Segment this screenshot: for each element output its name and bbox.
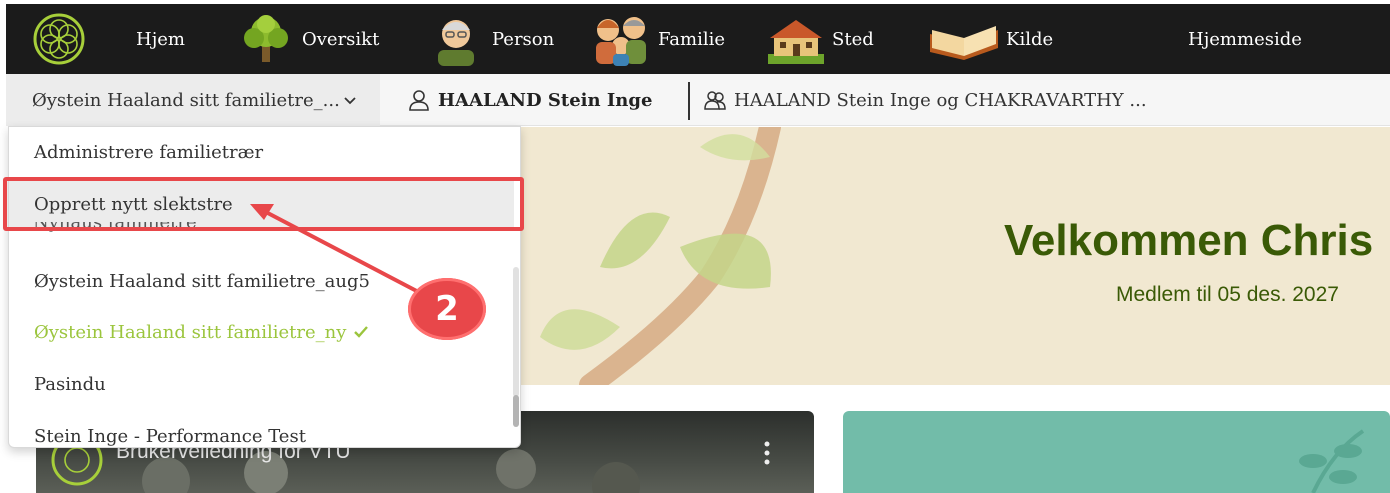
home-person-link[interactable]: HAALAND Stein Inge — [408, 74, 652, 126]
dropdown-scrollbar-thumb[interactable] — [513, 395, 519, 427]
family-tree-selector-label: Øystein Haaland sitt familietre_... — [32, 89, 340, 111]
chevron-down-icon — [344, 97, 356, 105]
house-icon — [768, 20, 824, 64]
home-person-label: HAALAND Stein Inge — [438, 89, 653, 111]
couple-icon — [704, 91, 726, 110]
dropdown-item-pasindu[interactable]: Pasindu — [9, 359, 514, 409]
promo-card[interactable] — [843, 411, 1390, 493]
membership-text: Medlem til 05 des. 2027 — [1116, 283, 1339, 306]
nav-place-label: Sted — [832, 28, 874, 50]
family-tree-selector[interactable]: Øystein Haaland sitt familietre_... — [6, 74, 380, 126]
family-link[interactable]: HAALAND Stein Inge og CHAKRAVARTHY ... — [704, 74, 1147, 126]
nav-person-label: Person — [492, 28, 555, 50]
nav-overview[interactable]: Oversikt — [234, 4, 379, 74]
dropdown-item-manage-trees[interactable]: Administrere familietrær — [9, 127, 514, 177]
nav-source[interactable]: Kilde — [926, 4, 1053, 74]
nav-home[interactable]: Hjem — [136, 4, 185, 74]
nav-homepage[interactable]: Hjemmeside — [1188, 4, 1302, 74]
nav-place[interactable]: Sted — [764, 4, 874, 74]
dropdown-item-label: Øystein Haaland sitt familietre_aug5 — [34, 270, 370, 292]
nav-home-label: Hjem — [136, 28, 185, 50]
nav-family[interactable]: Familie — [590, 4, 725, 74]
context-bar: Øystein Haaland sitt familietre_... HAAL… — [6, 74, 1390, 126]
tree-icon — [244, 15, 288, 62]
top-navbar: Hjem Oversikt Person Familie Sted Kilde … — [6, 4, 1390, 74]
context-divider — [688, 82, 690, 120]
checkmark-icon — [354, 326, 369, 338]
dropdown-item-label: Administrere familietrær — [34, 141, 264, 163]
nav-person[interactable]: Person — [424, 4, 554, 74]
dropdown-item-label: Stein Inge - Performance Test — [34, 425, 306, 447]
book-icon — [930, 26, 998, 60]
annotation-step-badge: 2 — [408, 278, 486, 340]
family-link-label: HAALAND Stein Inge og CHAKRAVARTHY ... — [734, 89, 1147, 111]
nav-source-label: Kilde — [1006, 28, 1054, 50]
nav-overview-label: Oversikt — [302, 28, 380, 50]
grandpa-icon — [438, 20, 474, 66]
dropdown-scrollbar-track[interactable] — [513, 267, 519, 397]
dropdown-item-label: Pasindu — [34, 373, 106, 395]
dropdown-item-performance-test[interactable]: Stein Inge - Performance Test — [9, 411, 514, 447]
family-icon — [596, 17, 646, 66]
more-options-icon[interactable] — [760, 440, 774, 468]
leaf-decoration — [1299, 429, 1365, 493]
nav-homepage-label: Hjemmeside — [1188, 28, 1302, 50]
annotation-highlight-box — [3, 177, 524, 231]
person-icon — [409, 90, 429, 111]
welcome-heading: Velkommen Chris — [1004, 216, 1374, 265]
nav-family-label: Familie — [658, 28, 725, 50]
site-logo-icon[interactable] — [32, 12, 86, 66]
dropdown-item-label: Øystein Haaland sitt familietre_ny — [34, 321, 347, 343]
